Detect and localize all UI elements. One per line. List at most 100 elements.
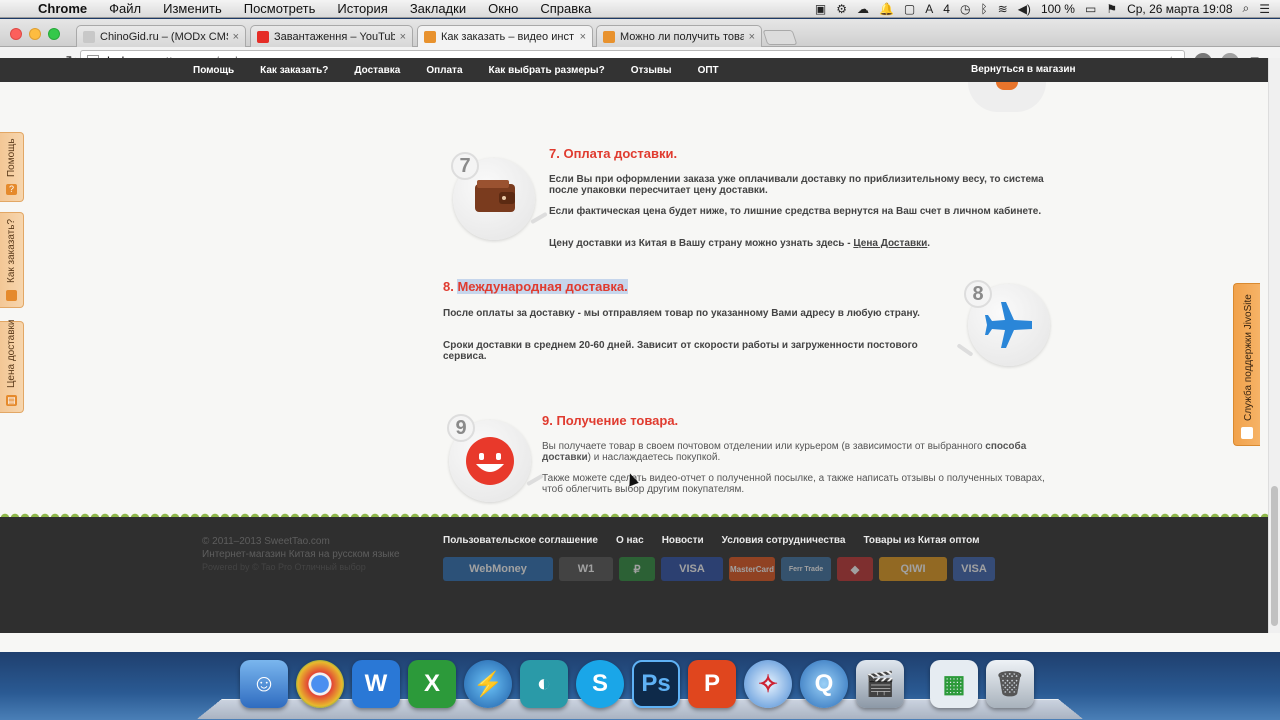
bank-logo: ◆ bbox=[837, 557, 873, 581]
page-favicon-icon bbox=[83, 30, 95, 43]
tab-close-icon[interactable]: × bbox=[580, 31, 586, 43]
wifi-icon[interactable]: ≋ bbox=[998, 2, 1008, 16]
step-9-title: 9. Получение товара. bbox=[542, 413, 679, 428]
web-page: Помощь Как заказать? Доставка Оплата Как… bbox=[0, 58, 1268, 633]
step-7-text-2: Если фактическая цена будет ниже, то лиш… bbox=[549, 206, 1042, 217]
side-tab-how-to-order[interactable]: Как заказать? bbox=[0, 212, 24, 308]
adobe-icon[interactable]: A bbox=[925, 2, 933, 16]
chat-icon[interactable]: ▢ bbox=[904, 2, 915, 16]
sweettao-favicon-icon bbox=[603, 30, 615, 43]
footer-link-cooperation[interactable]: Условия сотрудничества bbox=[722, 535, 846, 546]
jivosite-support-tab[interactable]: Служба поддержки JivoSite bbox=[1233, 283, 1260, 446]
nav-delivery[interactable]: Доставка bbox=[341, 65, 413, 76]
copyright-text: © 2011–2013 SweetTao.com bbox=[202, 536, 330, 547]
nav-reviews[interactable]: Отзывы bbox=[618, 65, 685, 76]
step-9-text-1-start: Вы получаете товар в своем почтовом отде… bbox=[542, 441, 986, 452]
step-9-text-1: Вы получаете товар в своем почтовом отде… bbox=[542, 441, 1052, 463]
nav-back-to-shop[interactable]: Вернуться в магазин bbox=[971, 64, 1076, 75]
bell-icon[interactable]: 🔔 bbox=[879, 2, 894, 16]
step-8-text-1: После оплаты за доставку - мы отправляем… bbox=[443, 308, 920, 319]
tab-title: Можно ли получить товар bbox=[620, 30, 744, 43]
footer-link-news[interactable]: Новости bbox=[662, 535, 704, 546]
step-8-title-selected: Международная доставка. bbox=[457, 279, 628, 294]
page-scrollbar[interactable] bbox=[1268, 58, 1280, 633]
step-8-text-2: Сроки доставки в среднем 20-60 дней. Зав… bbox=[443, 340, 918, 362]
step-9-text-1-end: ) и наслаждаетесь покупкой. bbox=[587, 452, 721, 463]
tab-chinogid[interactable]: ChinoGid.ru – (MODx CMS × bbox=[76, 25, 246, 47]
bluetooth-icon[interactable]: ᛒ bbox=[980, 2, 987, 16]
menu-help[interactable]: Справка bbox=[529, 1, 602, 16]
tab-strip: ChinoGid.ru – (MODx CMS × Завантаження –… bbox=[0, 19, 1280, 48]
nav-sizes[interactable]: Как выбрать размеры? bbox=[476, 65, 618, 76]
spotlight-search-icon[interactable]: ⌕ bbox=[1243, 1, 1250, 16]
powered-by-link[interactable]: Powered by © Tao Pro Отличный выбор bbox=[202, 561, 400, 574]
volume-icon[interactable]: ◀) bbox=[1018, 2, 1031, 16]
excel-icon[interactable]: X bbox=[408, 660, 456, 708]
side-tab-delivery-price[interactable]: Цена доставки ▤ bbox=[0, 319, 24, 413]
trash-icon[interactable]: 🗑 bbox=[986, 660, 1034, 708]
menu-edit[interactable]: Изменить bbox=[152, 1, 233, 16]
finder-icon[interactable]: ☺ bbox=[240, 660, 288, 708]
footer-link-wholesale[interactable]: Товары из Китая оптом bbox=[863, 535, 979, 546]
flag-us-icon[interactable]: ⚑ bbox=[1106, 2, 1117, 16]
zoom-window-button[interactable] bbox=[48, 28, 60, 40]
tab-title: ChinoGid.ru – (MODx CMS bbox=[100, 30, 228, 43]
side-tab-help[interactable]: Помощь ? bbox=[0, 132, 24, 202]
chat-bubble-icon bbox=[1241, 427, 1253, 439]
skype-icon[interactable]: S bbox=[576, 660, 624, 708]
tab-can-i-get-goods[interactable]: Можно ли получить товар × bbox=[596, 25, 762, 47]
quicktime-icon[interactable]: Q bbox=[800, 660, 848, 708]
menu-history[interactable]: История bbox=[326, 1, 398, 16]
chrome-icon[interactable] bbox=[296, 660, 344, 708]
word-icon[interactable]: W bbox=[352, 660, 400, 708]
step-8-title-prefix: 8. bbox=[443, 279, 458, 294]
step-8-title: 8. Международная доставка. bbox=[443, 279, 628, 294]
photoshop-icon[interactable]: Ps bbox=[632, 660, 680, 708]
network-globe-icon[interactable]: ⚡ bbox=[464, 660, 512, 708]
screen-record-icon[interactable]: ▣ bbox=[815, 2, 826, 16]
tab-close-icon[interactable]: × bbox=[400, 31, 406, 43]
notification-center-icon[interactable]: ☰ bbox=[1259, 2, 1270, 16]
new-tab-button[interactable] bbox=[762, 30, 798, 45]
nav-wholesale[interactable]: ОПТ bbox=[685, 65, 732, 76]
nav-payment[interactable]: Оплата bbox=[413, 65, 475, 76]
battery-percent: 100 % bbox=[1040, 1, 1075, 16]
tab-close-icon[interactable]: × bbox=[233, 31, 239, 43]
footer-link-about[interactable]: О нас bbox=[616, 535, 644, 546]
side-tab-label: Как заказать? bbox=[6, 218, 17, 283]
powerpoint-icon[interactable]: P bbox=[688, 660, 736, 708]
step-7-text-3-end: . bbox=[927, 238, 931, 249]
menu-bookmarks[interactable]: Закладки bbox=[399, 1, 477, 16]
battery-icon[interactable]: ▭ bbox=[1085, 2, 1096, 16]
tab-how-to-order[interactable]: Как заказать – видео инст × bbox=[417, 25, 593, 48]
time-machine-icon[interactable]: ◷ bbox=[960, 2, 970, 16]
close-window-button[interactable] bbox=[10, 28, 22, 40]
settings-icon[interactable]: ⚙ bbox=[836, 2, 847, 16]
menubar-status-area: ▣ ⚙ ☁ 🔔 ▢ A 4 ◷ ᛒ ≋ ◀) 100 % ▭ ⚑ Ср, 26 … bbox=[815, 1, 1280, 16]
safari-icon[interactable]: ✧ bbox=[744, 660, 792, 708]
tab-title: Завантаження – YouTube bbox=[274, 30, 395, 43]
menu-file[interactable]: Файл bbox=[98, 1, 152, 16]
footer-link-user-agreement[interactable]: Пользовательское соглашение bbox=[443, 535, 598, 546]
site-top-nav: Помощь Как заказать? Доставка Оплата Как… bbox=[0, 58, 1268, 82]
tab-close-icon[interactable]: × bbox=[749, 31, 755, 43]
menu-view[interactable]: Посмотреть bbox=[233, 1, 327, 16]
menu-app-chrome[interactable]: Chrome bbox=[30, 1, 98, 16]
w1-logo: W1 bbox=[559, 557, 613, 581]
menu-window[interactable]: Окно bbox=[477, 1, 529, 16]
nav-how-to-order[interactable]: Как заказать? bbox=[247, 65, 341, 76]
dolphin-icon[interactable]: ◐ bbox=[520, 660, 568, 708]
imovie-icon[interactable]: 🎬 bbox=[856, 660, 904, 708]
minimize-window-button[interactable] bbox=[29, 28, 41, 40]
mastercard-logo: MasterCard bbox=[729, 557, 775, 581]
footer-links: Пользовательское соглашение О нас Новост… bbox=[443, 535, 980, 546]
delivery-price-link[interactable]: Цена Доставки bbox=[853, 238, 927, 249]
scrollbar-thumb[interactable] bbox=[1271, 486, 1278, 626]
cloud-icon[interactable]: ☁ bbox=[857, 2, 869, 16]
clock[interactable]: Ср, 26 марта 19:08 bbox=[1127, 2, 1232, 16]
spreadsheet-file-icon[interactable]: ▦ bbox=[930, 660, 978, 708]
ruble-logo: ₽ bbox=[619, 557, 655, 581]
macos-menubar: Chrome Файл Изменить Посмотреть История … bbox=[0, 0, 1280, 18]
nav-help[interactable]: Помощь bbox=[180, 65, 247, 76]
tab-youtube[interactable]: Завантаження – YouTube × bbox=[250, 25, 413, 47]
